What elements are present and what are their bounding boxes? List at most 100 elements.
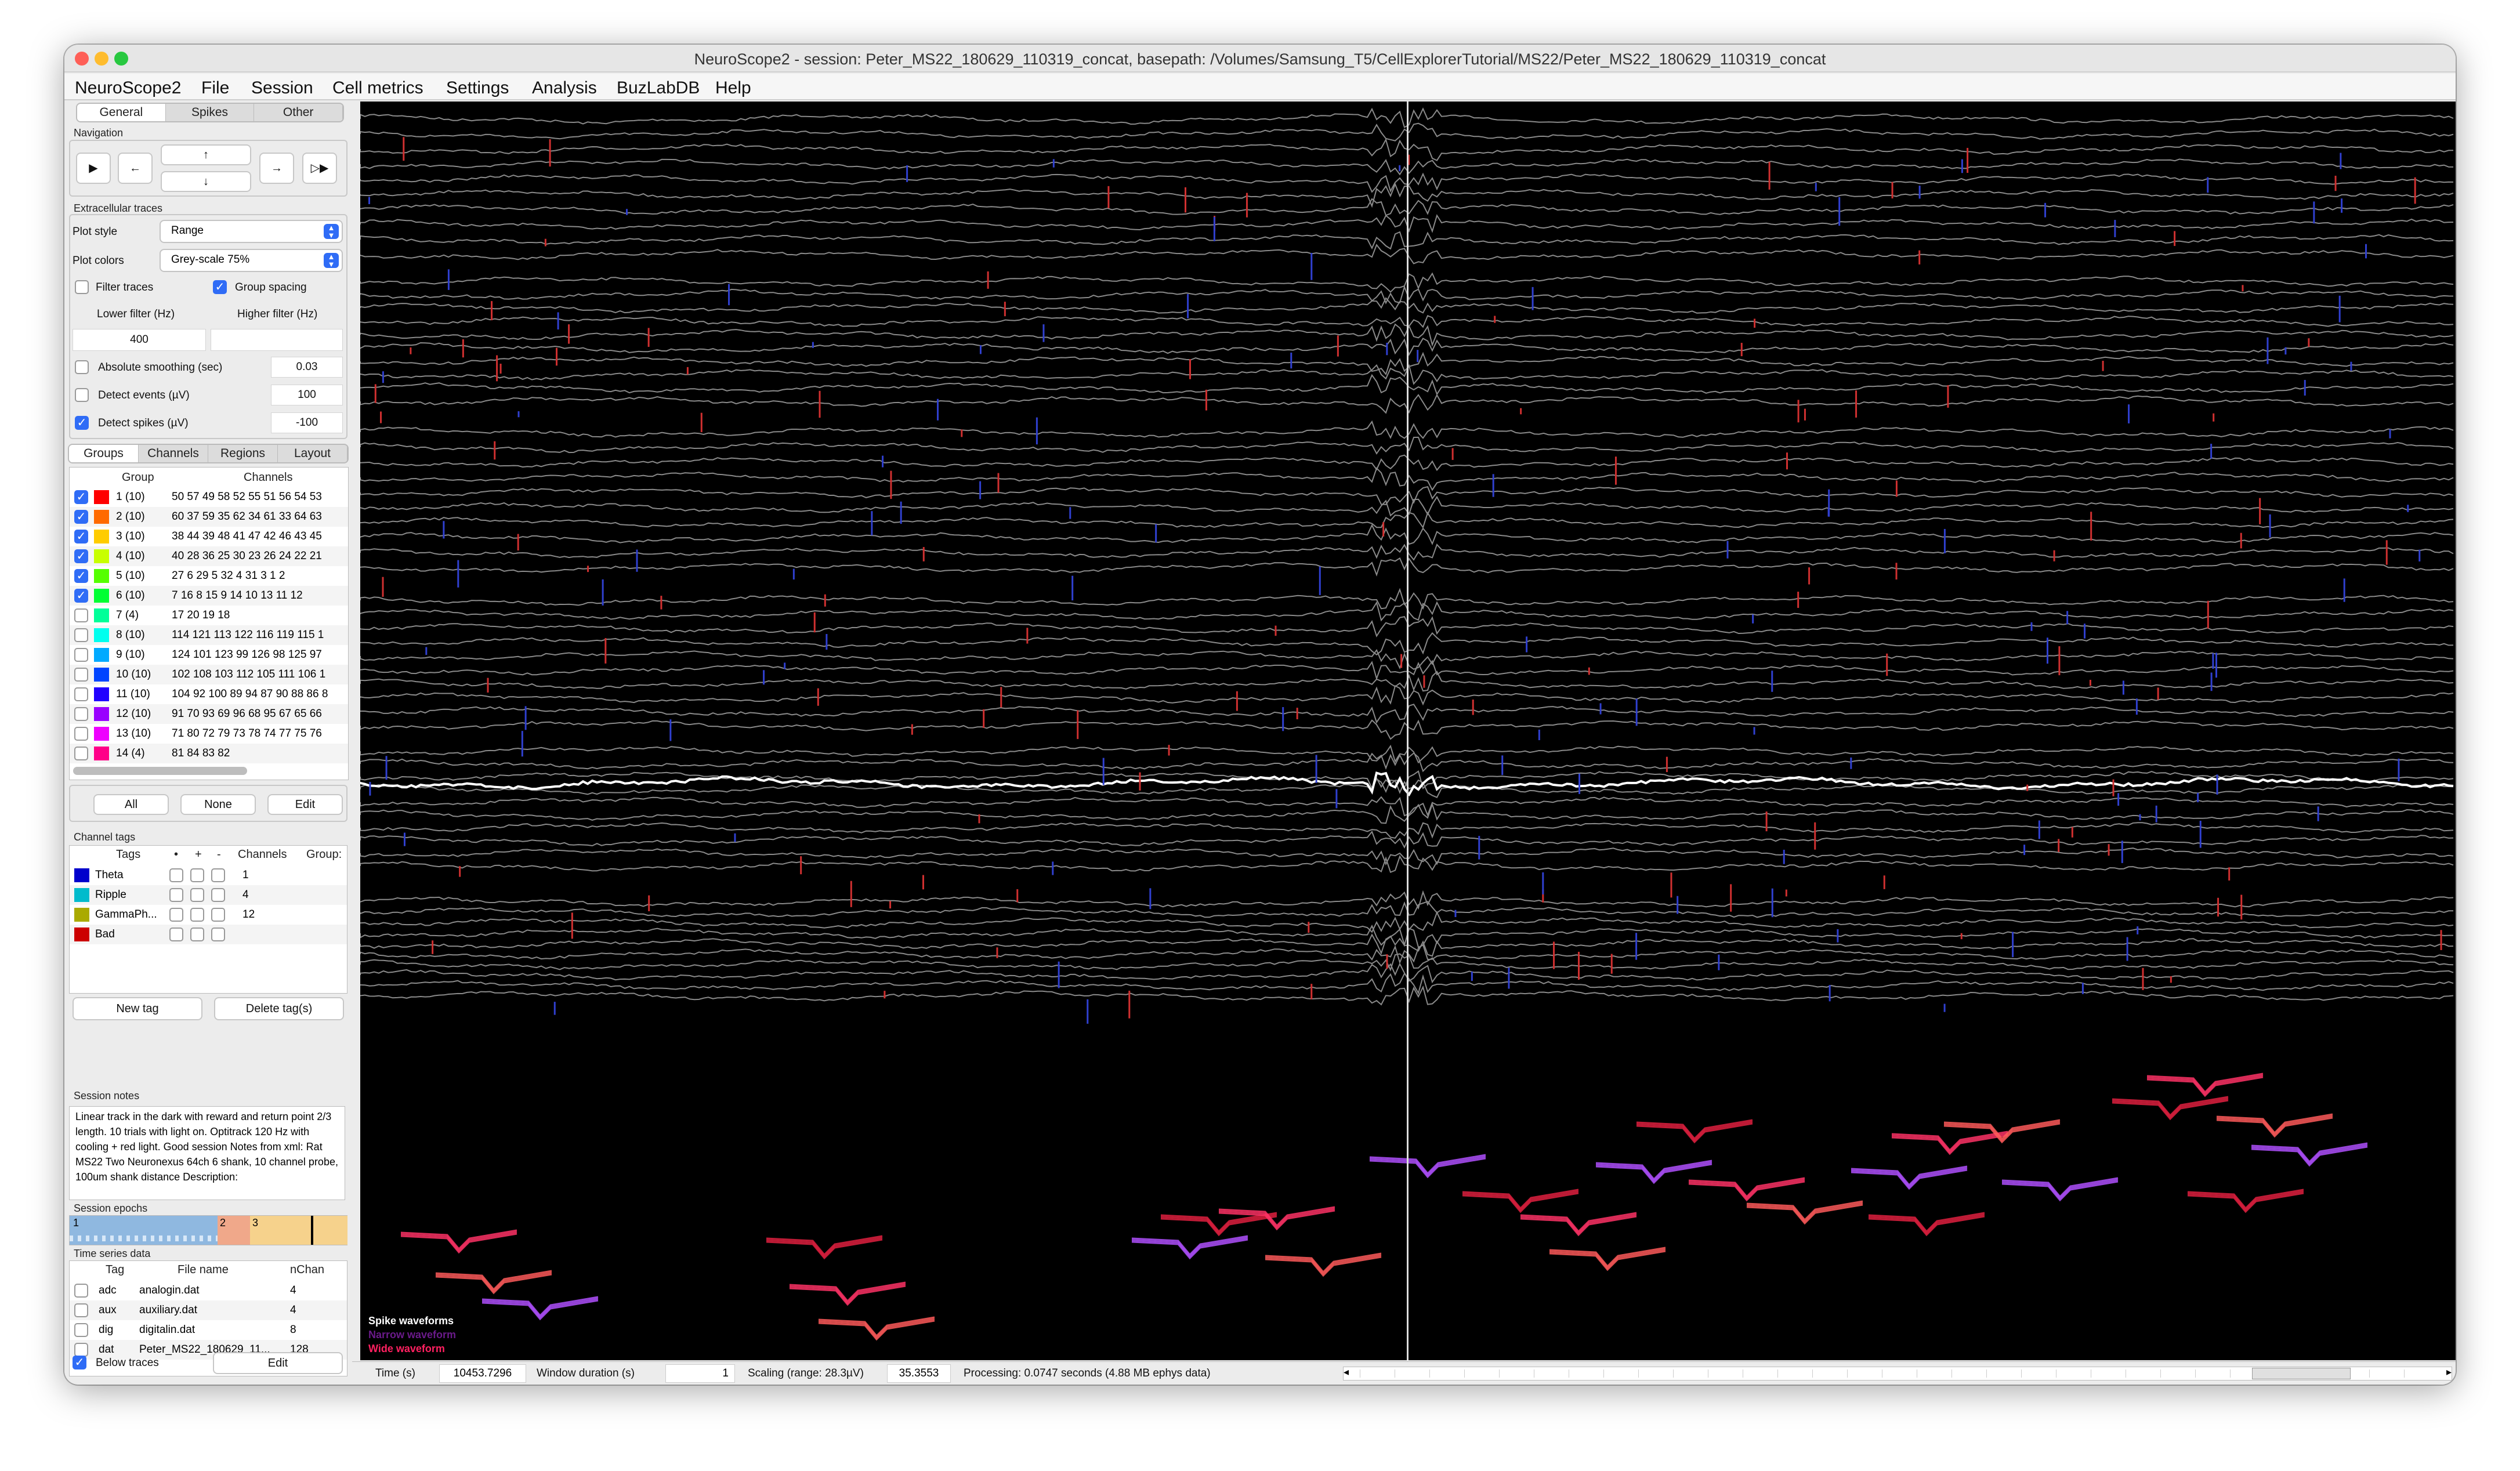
group-visible-checkbox[interactable]	[74, 687, 88, 701]
group-color-swatch[interactable]	[94, 589, 109, 603]
menu-neuroscope2[interactable]: NeuroScope2	[75, 78, 181, 98]
menu-file[interactable]: File	[201, 78, 229, 98]
time-scrollbar[interactable]: ◂ ▸	[1343, 1366, 2452, 1381]
tag-row[interactable]: GammaPh... 12	[70, 905, 347, 925]
time-input[interactable]: 10453.7296	[439, 1364, 526, 1383]
tab-other[interactable]: Other	[254, 104, 343, 121]
detect-events-checkbox[interactable]	[75, 388, 89, 402]
forward-button[interactable]: →	[259, 153, 294, 184]
tag-show-checkbox[interactable]	[169, 888, 183, 902]
group-visible-checkbox[interactable]: ✓	[74, 530, 88, 544]
detect-spikes-input[interactable]: -100	[271, 412, 343, 433]
group-visible-checkbox[interactable]	[74, 648, 88, 662]
group-color-swatch[interactable]	[94, 628, 109, 642]
group-color-swatch[interactable]	[94, 490, 109, 504]
group-color-swatch[interactable]	[94, 510, 109, 524]
none-button[interactable]: None	[180, 794, 256, 815]
tag-color-swatch[interactable]	[74, 908, 89, 922]
tag-remove-checkbox[interactable]	[211, 868, 225, 882]
menu-help[interactable]: Help	[715, 78, 751, 98]
below-traces-checkbox[interactable]: ✓	[73, 1356, 86, 1369]
tab-spikes[interactable]: Spikes	[166, 104, 255, 121]
scroll-right-icon[interactable]: ▸	[2446, 1366, 2452, 1378]
menu-session[interactable]: Session	[251, 78, 313, 98]
down-button[interactable]: ↓	[161, 171, 251, 192]
group-color-swatch[interactable]	[94, 608, 109, 622]
group-color-swatch[interactable]	[94, 727, 109, 741]
group-visible-checkbox[interactable]	[74, 628, 88, 642]
scaling-input[interactable]: 35.3553	[887, 1364, 951, 1383]
below-traces-edit-button[interactable]: Edit	[213, 1352, 343, 1374]
group-color-swatch[interactable]	[94, 648, 109, 662]
tag-color-swatch[interactable]	[74, 927, 89, 941]
group-color-swatch[interactable]	[94, 687, 109, 701]
tag-row[interactable]: Ripple 4	[70, 885, 347, 905]
groups-scrollbar[interactable]	[73, 767, 247, 775]
menu-buzlabdb[interactable]: BuzLabDB	[617, 78, 700, 98]
tab-channels[interactable]: Channels	[139, 445, 208, 462]
group-row[interactable]: 12 (10) 91 70 93 69 96 68 95 67 65 66	[70, 704, 348, 724]
tab-layout[interactable]: Layout	[278, 445, 347, 462]
group-row[interactable]: ✓ 2 (10) 60 37 59 35 62 34 61 33 64 63	[70, 507, 348, 527]
group-color-swatch[interactable]	[94, 549, 109, 563]
group-visible-checkbox[interactable]: ✓	[74, 589, 88, 603]
edit-groups-button[interactable]: Edit	[267, 794, 343, 815]
time-series-row[interactable]: dig digitalin.dat 8	[70, 1320, 347, 1340]
tag-remove-checkbox[interactable]	[211, 908, 225, 922]
tag-row[interactable]: Bad	[70, 925, 347, 944]
group-row[interactable]: ✓ 1 (10) 50 57 49 58 52 55 51 56 54 53	[70, 487, 348, 507]
group-row[interactable]: ✓ 4 (10) 40 28 36 25 30 23 26 24 22 21	[70, 546, 348, 566]
group-visible-checkbox[interactable]: ✓	[74, 490, 88, 504]
tag-row[interactable]: Theta 1	[70, 865, 347, 885]
session-notes-text[interactable]: Linear track in the dark with reward and…	[69, 1106, 345, 1200]
absolute-smoothing-input[interactable]: 0.03	[271, 357, 343, 378]
menu-analysis[interactable]: Analysis	[532, 78, 597, 98]
filter-traces-checkbox[interactable]	[75, 280, 89, 294]
cursor-line[interactable]	[1407, 102, 1409, 1360]
group-visible-checkbox[interactable]: ✓	[74, 510, 88, 524]
plot-colors-select[interactable]: Grey-scale 75% ▲ ▼	[160, 249, 343, 272]
group-color-swatch[interactable]	[94, 569, 109, 583]
tag-add-checkbox[interactable]	[190, 927, 204, 941]
group-visible-checkbox[interactable]	[74, 707, 88, 721]
tag-show-checkbox[interactable]	[169, 908, 183, 922]
detect-events-input[interactable]: 100	[271, 385, 343, 405]
trace-plot[interactable]: Spike waveforms Narrow waveform Wide wav…	[360, 102, 2456, 1360]
group-row[interactable]: 13 (10) 71 80 72 79 73 78 74 77 75 76	[70, 724, 348, 744]
all-button[interactable]: All	[93, 794, 169, 815]
group-color-swatch[interactable]	[94, 668, 109, 682]
tag-remove-checkbox[interactable]	[211, 927, 225, 941]
fast-forward-button[interactable]: ▷▶	[302, 153, 337, 184]
detect-spikes-checkbox[interactable]: ✓	[75, 416, 89, 430]
group-visible-checkbox[interactable]	[74, 727, 88, 741]
group-visible-checkbox[interactable]: ✓	[74, 569, 88, 583]
group-color-swatch[interactable]	[94, 530, 109, 544]
group-row[interactable]: 14 (4) 81 84 83 82	[70, 744, 348, 763]
time-series-row[interactable]: adc analogin.dat 4	[70, 1281, 347, 1300]
lower-filter-input[interactable]: 400	[73, 329, 206, 351]
scroll-left-icon[interactable]: ◂	[1344, 1366, 1349, 1378]
tag-add-checkbox[interactable]	[190, 868, 204, 882]
time-series-checkbox[interactable]	[74, 1303, 88, 1317]
tag-add-checkbox[interactable]	[190, 908, 204, 922]
new-tag-button[interactable]: New tag	[73, 997, 202, 1020]
delete-tag-button[interactable]: Delete tag(s)	[214, 997, 344, 1020]
time-series-checkbox[interactable]	[74, 1343, 88, 1357]
time-series-row[interactable]: aux auxiliary.dat 4	[70, 1300, 347, 1320]
group-visible-checkbox[interactable]	[74, 747, 88, 760]
tab-groups[interactable]: Groups	[69, 445, 139, 462]
group-color-swatch[interactable]	[94, 747, 109, 760]
group-visible-checkbox[interactable]: ✓	[74, 549, 88, 563]
plot-style-select[interactable]: Range ▲ ▼	[160, 220, 343, 243]
absolute-smoothing-checkbox[interactable]	[75, 360, 89, 374]
group-row[interactable]: ✓ 3 (10) 38 44 39 48 41 47 42 46 43 45	[70, 527, 348, 546]
scroll-thumb[interactable]	[2252, 1368, 2351, 1379]
group-color-swatch[interactable]	[94, 707, 109, 721]
group-row[interactable]: 8 (10) 114 121 113 122 116 119 115 1	[70, 625, 348, 645]
group-row[interactable]: 11 (10) 104 92 100 89 94 87 90 88 86 8	[70, 684, 348, 704]
time-series-checkbox[interactable]	[74, 1284, 88, 1298]
higher-filter-input[interactable]	[211, 329, 343, 351]
menu-cell-metrics[interactable]: Cell metrics	[332, 78, 423, 98]
group-visible-checkbox[interactable]	[74, 608, 88, 622]
group-row[interactable]: 9 (10) 124 101 123 99 126 98 125 97	[70, 645, 348, 665]
